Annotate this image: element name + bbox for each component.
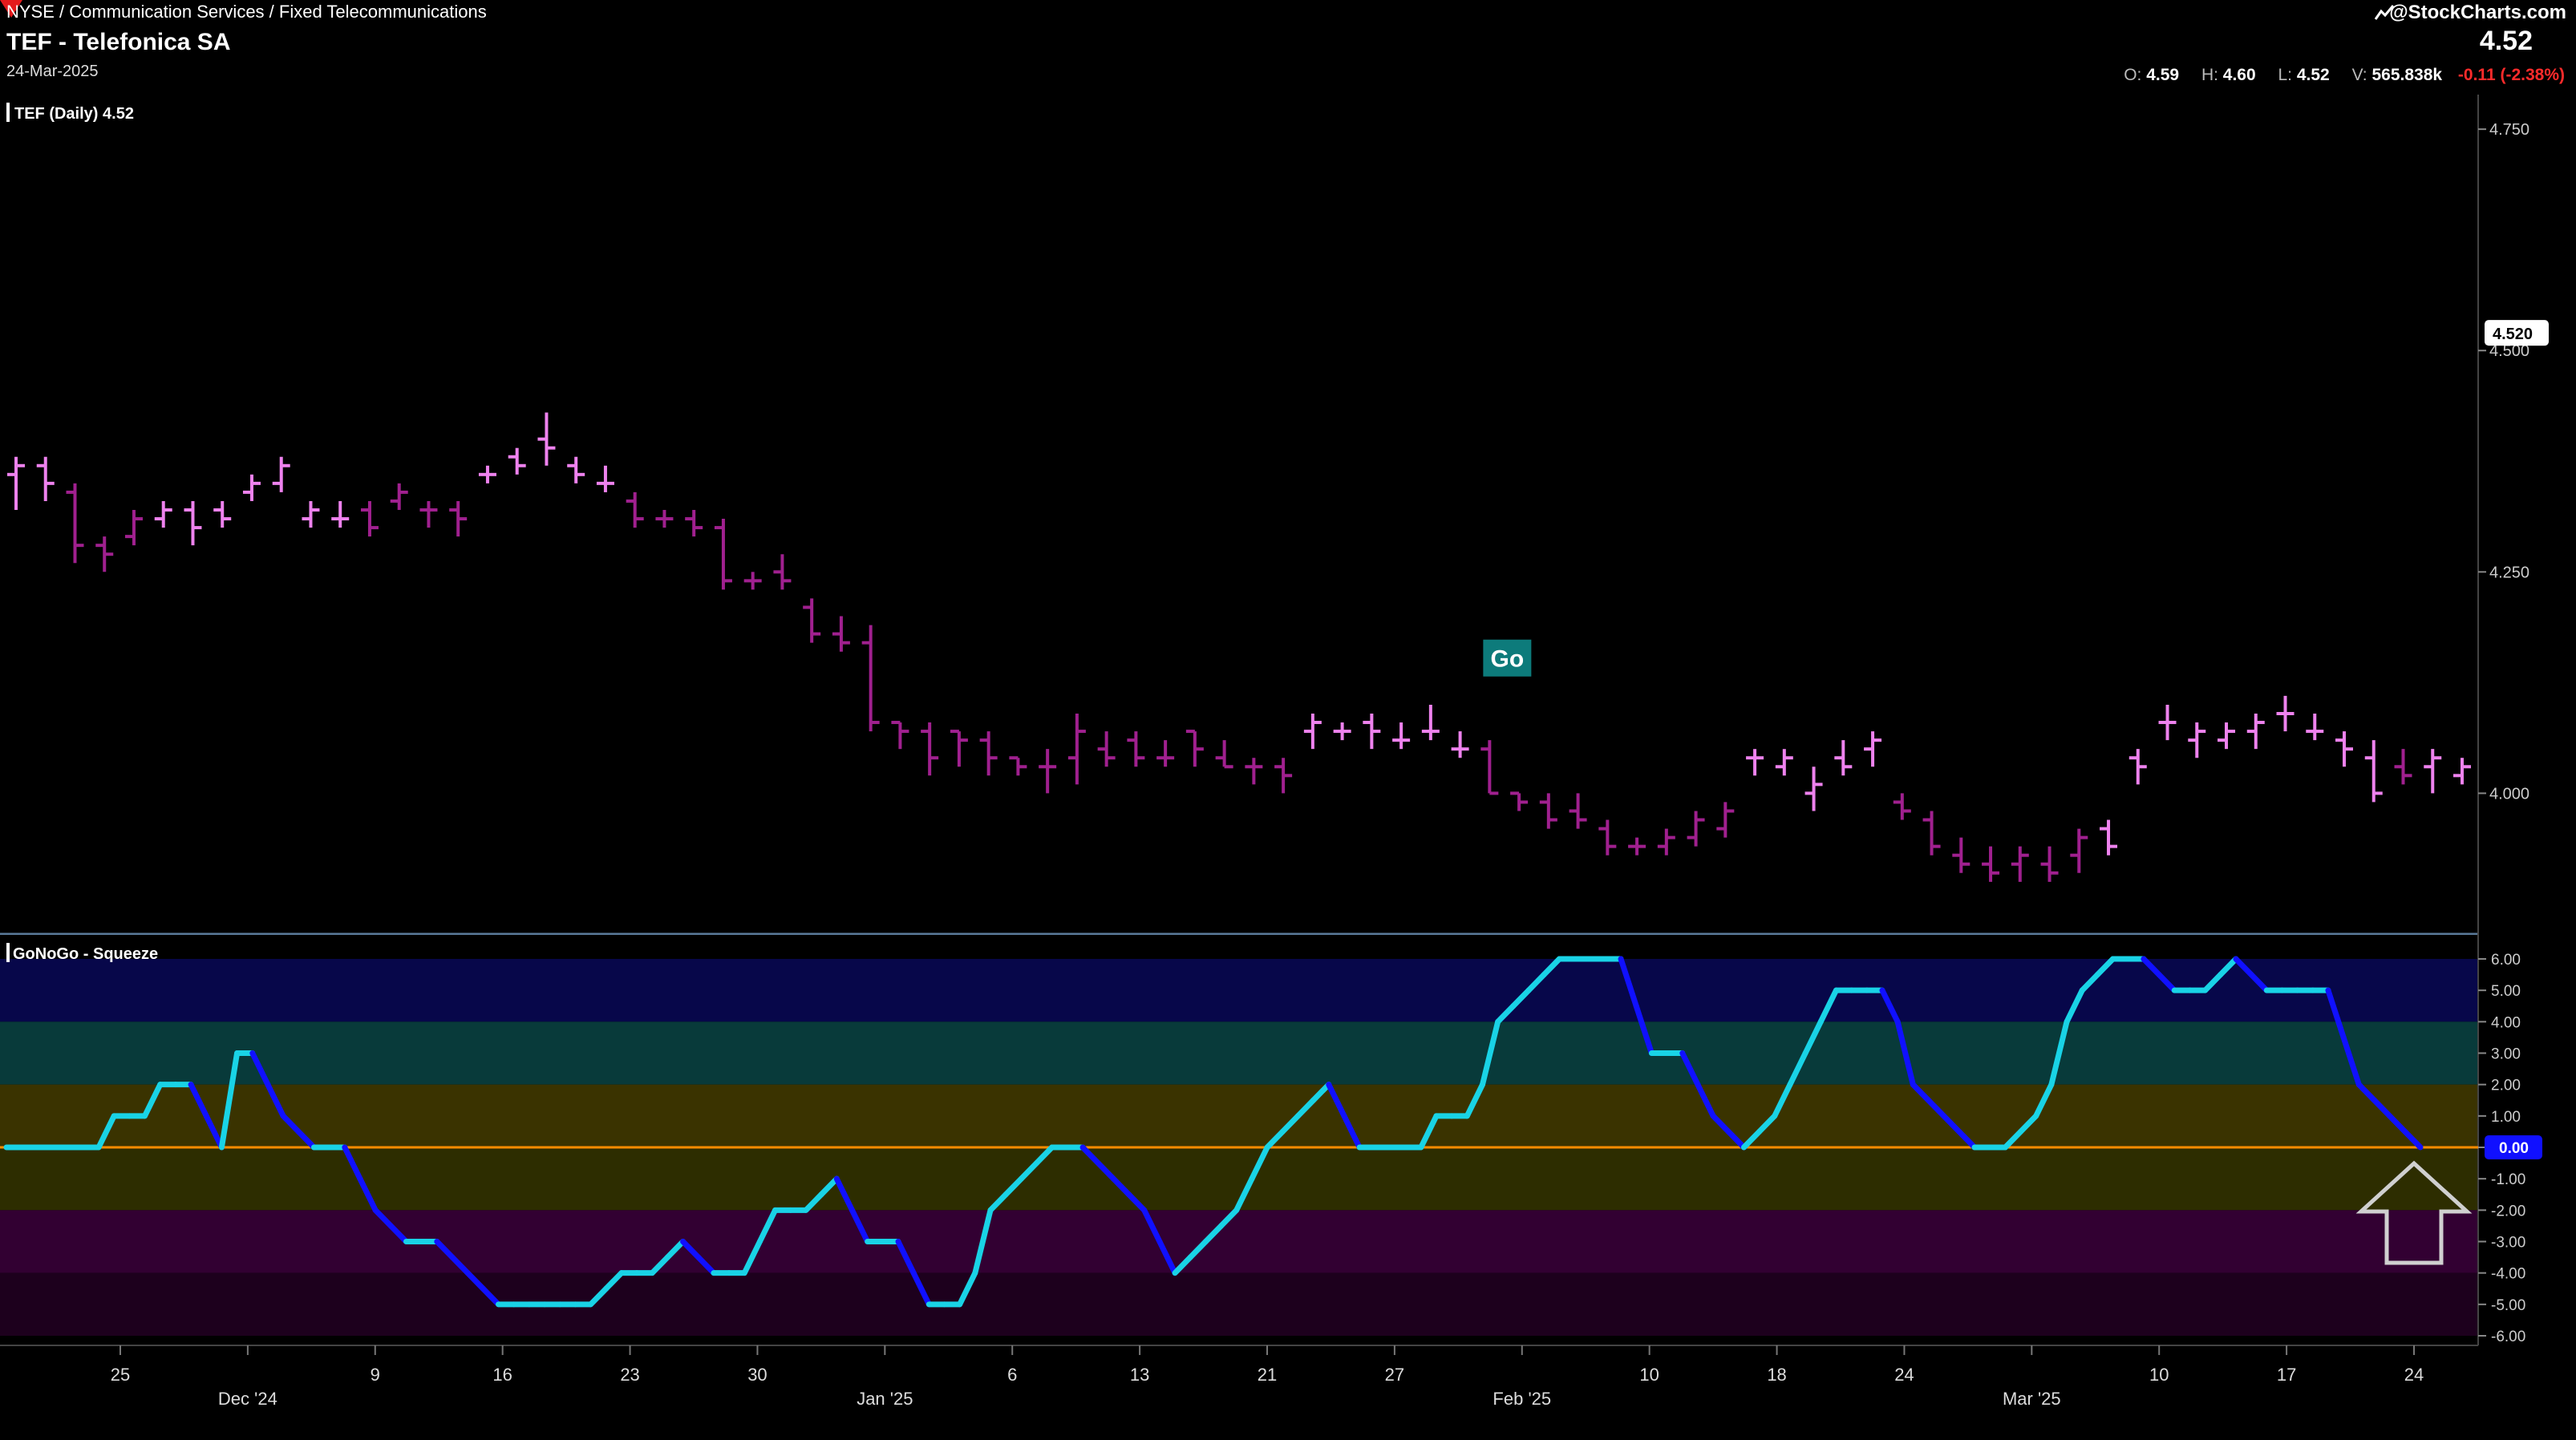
x-tick-label: 16 <box>492 1365 512 1385</box>
oscillator-panel-title: GoNoGo - Squeeze <box>13 945 158 963</box>
price-legend-marker <box>6 103 10 122</box>
x-tick-label: 27 <box>1385 1365 1404 1385</box>
x-tick-label: 24 <box>2404 1365 2424 1385</box>
price-tick-label: 4.000 <box>2489 785 2529 803</box>
x-tick-label: 10 <box>2149 1365 2169 1385</box>
high-value: 4.60 <box>2222 66 2256 84</box>
security-title: TEF - Telefonica SA <box>6 29 231 55</box>
x-tick-label: 18 <box>1767 1365 1786 1385</box>
x-tick-label: 23 <box>620 1365 639 1385</box>
price-panel-background <box>0 95 2576 933</box>
x-tick-label: Feb '25 <box>1493 1389 1551 1409</box>
x-tick-label: 30 <box>747 1365 767 1385</box>
osc-tick-label: 3.00 <box>2491 1046 2521 1063</box>
last-price-flag-label: 4.520 <box>2493 326 2533 343</box>
oscillator-legend-marker <box>6 943 10 962</box>
x-tick-label: 21 <box>1258 1365 1277 1385</box>
strong-go-zone <box>0 959 2486 1022</box>
osc-tick-label: 2.00 <box>2491 1078 2521 1094</box>
chart-date: 24-Mar-2025 <box>6 63 99 80</box>
osc-tick-label: 1.00 <box>2491 1109 2521 1126</box>
oscillator-value-flag-label: 0.00 <box>2499 1140 2529 1157</box>
x-tick-label: 25 <box>111 1365 130 1385</box>
x-tick-label: 10 <box>1639 1365 1659 1385</box>
chart-header: NYSE / Communication Services / Fixed Te… <box>0 0 2576 95</box>
osc-tick-label: 6.00 <box>2491 952 2521 969</box>
exchange-sector-path: NYSE / Communication Services / Fixed Te… <box>6 2 487 22</box>
volume-label: V: <box>2351 66 2367 84</box>
price-and-oscillator-chart[interactable]: 4.0004.2504.5004.7504.520TEF (Daily) 4.5… <box>0 95 2576 1440</box>
go-zone <box>0 1021 2486 1085</box>
volume-value: 565.838k <box>2371 66 2443 84</box>
price-tick-label: 4.250 <box>2489 564 2529 581</box>
osc-tick-label: -6.00 <box>2491 1329 2525 1345</box>
x-axis-background <box>0 1345 2576 1440</box>
low-label: L: <box>2278 66 2293 84</box>
last-price: 4.52 <box>2479 26 2533 56</box>
brand-label: @StockCharts.com <box>2389 2 2566 23</box>
price-panel-title: TEF (Daily) 4.52 <box>14 105 134 123</box>
x-tick-label: Dec '24 <box>218 1389 277 1409</box>
strong-nogo-zone <box>0 1272 2486 1336</box>
low-value: 4.52 <box>2296 66 2330 84</box>
neutral-positive-zone <box>0 1084 2486 1147</box>
open-value: 4.59 <box>2146 66 2180 84</box>
go-label: Go <box>1491 646 1525 673</box>
osc-tick-label: -3.00 <box>2491 1235 2525 1252</box>
osc-tick-label: -2.00 <box>2491 1203 2525 1220</box>
x-tick-label: 17 <box>2277 1365 2296 1385</box>
osc-tick-label: -4.00 <box>2491 1266 2525 1283</box>
osc-tick-label: 5.00 <box>2491 983 2521 1000</box>
x-tick-label: 13 <box>1130 1365 1149 1385</box>
nogo-zone <box>0 1210 2486 1273</box>
x-tick-label: Jan '25 <box>857 1389 913 1409</box>
osc-tick-label: -5.00 <box>2491 1297 2525 1314</box>
change-value: -0.11 (-2.38%) <box>2457 66 2565 84</box>
x-tick-label: 9 <box>371 1365 380 1385</box>
high-label: H: <box>2201 66 2218 84</box>
open-label: O: <box>2124 66 2142 84</box>
x-tick-label: Mar '25 <box>2003 1389 2061 1409</box>
price-tick-label: 4.750 <box>2489 121 2529 139</box>
osc-tick-label: -1.00 <box>2491 1171 2525 1188</box>
x-tick-label: 6 <box>1007 1365 1017 1385</box>
ohlcv-readout: O: 4.59 H: 4.60 L: 4.52 V: 565.838k -0.1… <box>2106 66 2565 85</box>
osc-tick-label: 4.00 <box>2491 1014 2521 1031</box>
x-tick-label: 24 <box>1894 1365 1914 1385</box>
